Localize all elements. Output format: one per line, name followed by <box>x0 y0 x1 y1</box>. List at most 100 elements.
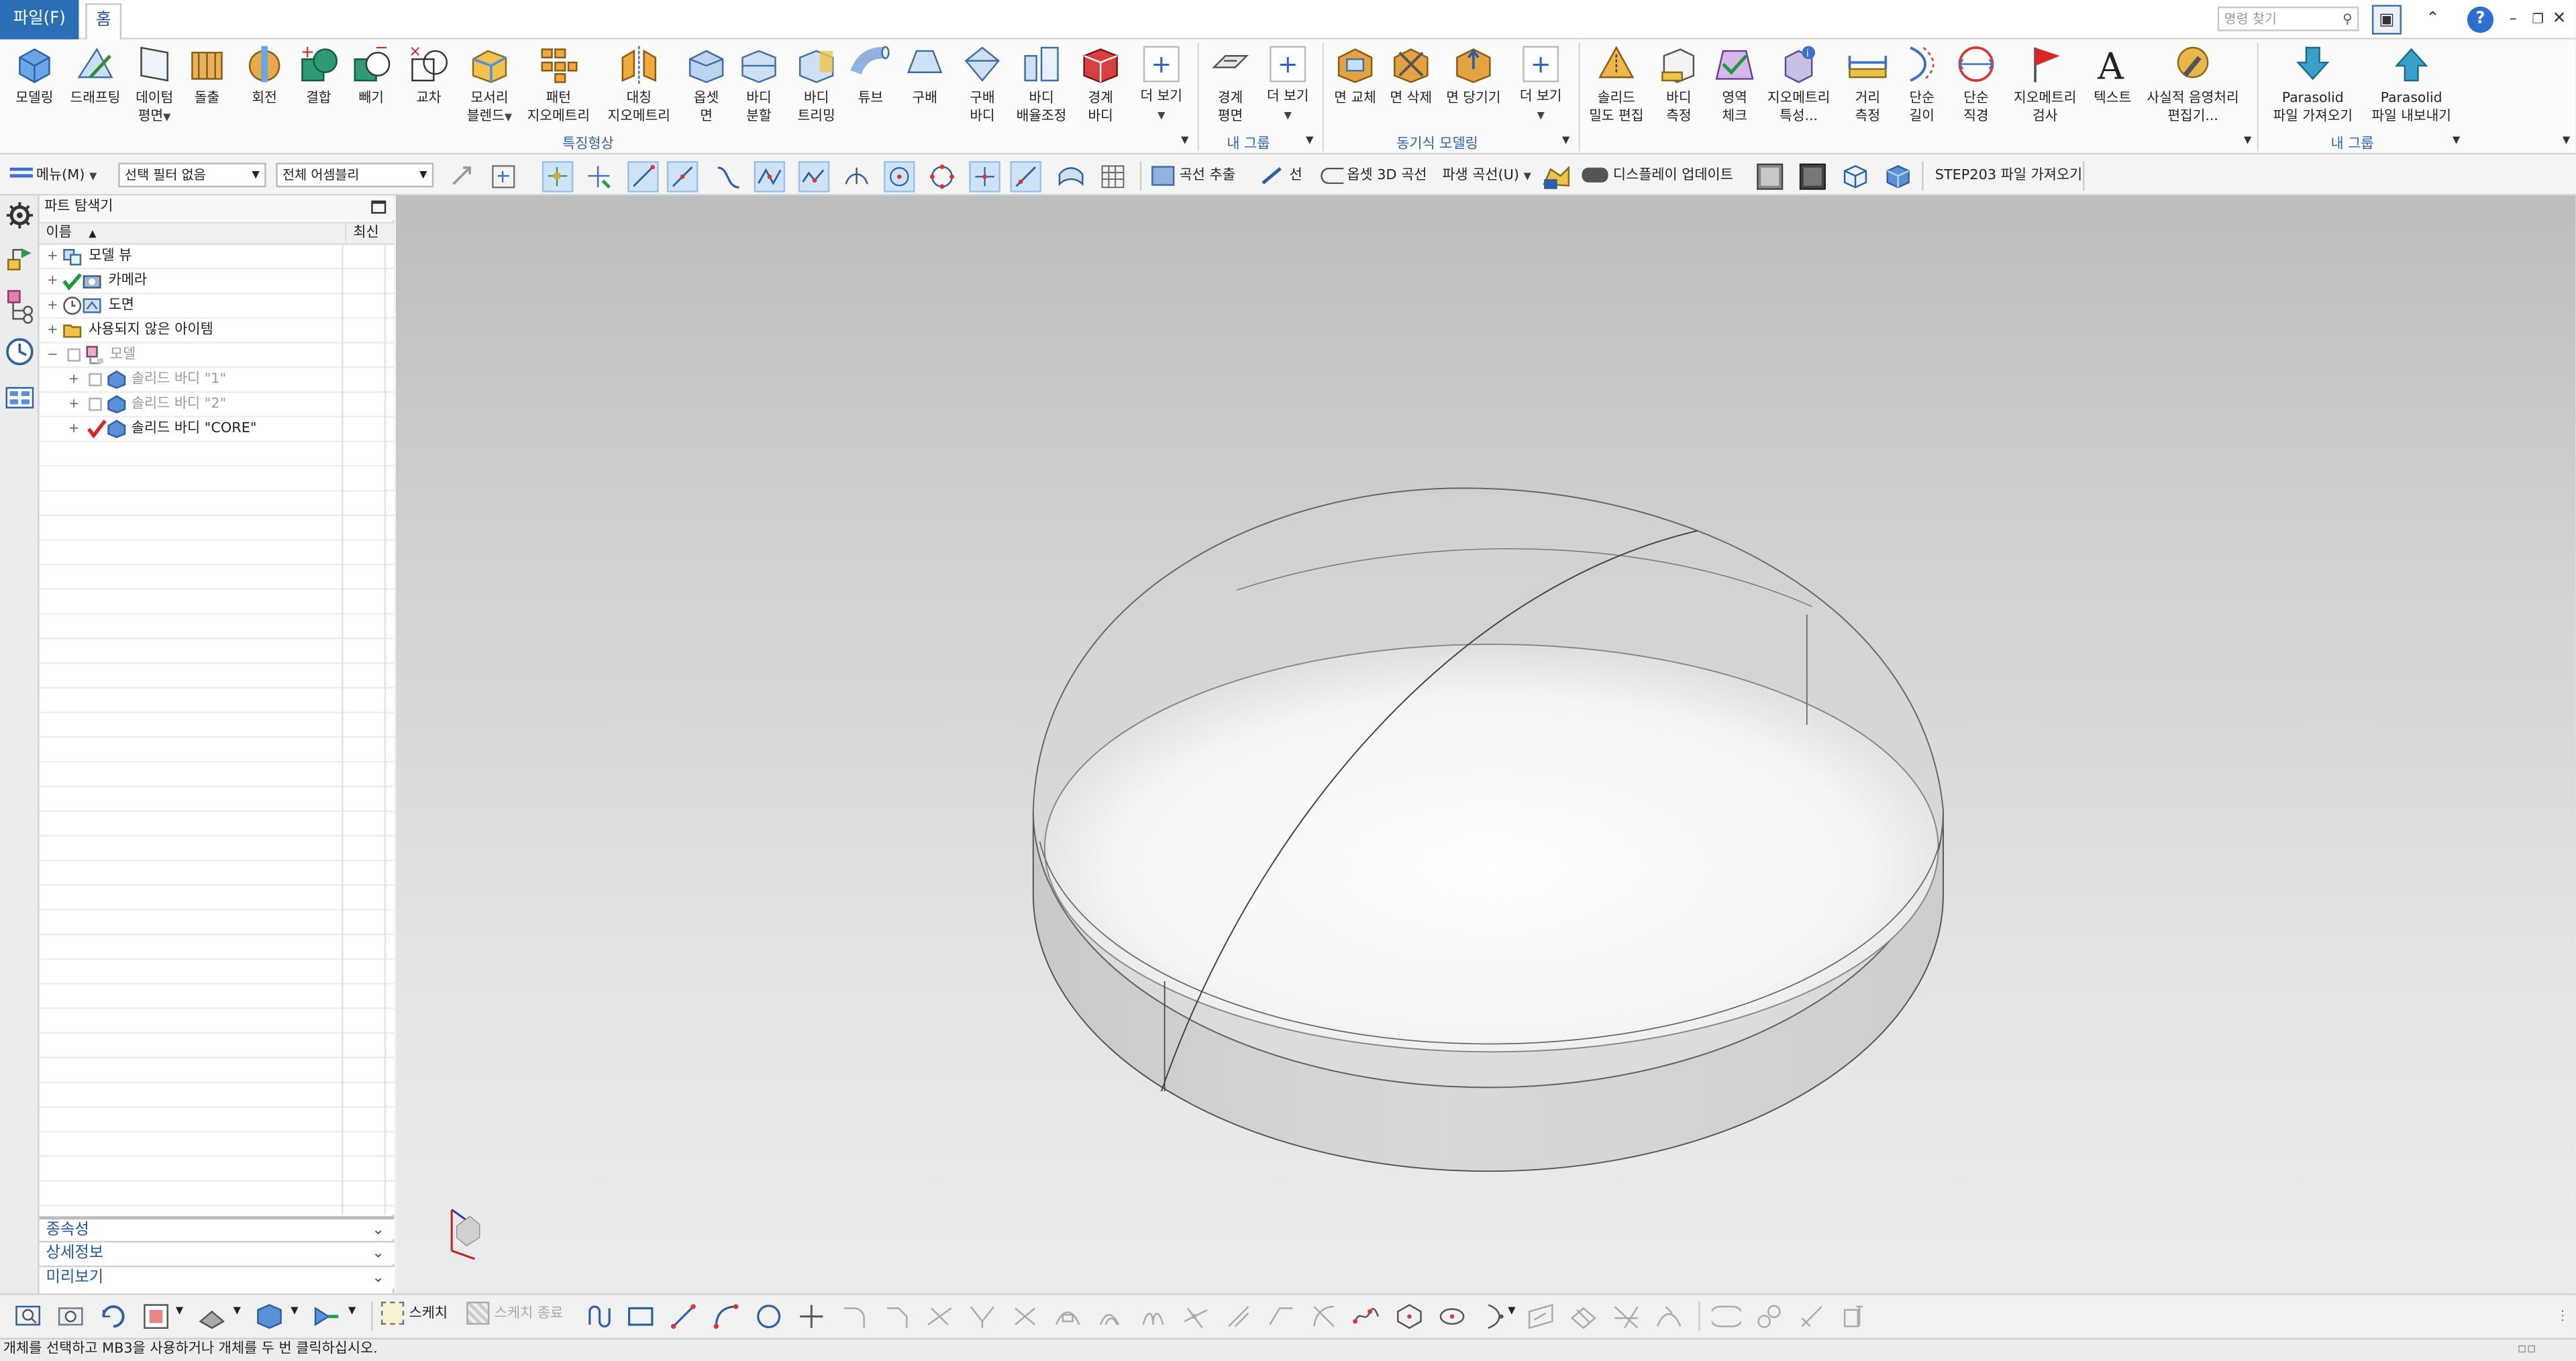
chevron-down-icon[interactable]: ▼ <box>1306 135 1313 146</box>
chevron-down-icon[interactable]: ▼ <box>176 1305 183 1317</box>
pattern-curve-icon[interactable] <box>1096 1302 1125 1331</box>
simple-length-button[interactable]: 단순 길이 <box>1899 43 1945 125</box>
shaded-cube-icon[interactable] <box>254 1302 284 1331</box>
expand-icon[interactable]: + <box>46 298 60 313</box>
revolve-button[interactable]: 회전 <box>238 43 291 107</box>
tree-node-drawings[interactable]: + 도면 <box>40 294 342 317</box>
rectangle-icon[interactable] <box>626 1302 656 1331</box>
close-icon[interactable]: ✕ <box>2544 5 2574 34</box>
part-navigator-icon[interactable] <box>5 288 34 324</box>
tube-button[interactable]: 튜브 <box>846 43 895 107</box>
make-corner-icon[interactable] <box>1011 1302 1040 1331</box>
more-button-3[interactable]: + 더 보기 ▼ <box>1511 43 1570 125</box>
command-search-input[interactable]: 명령 찾기 ⚲ <box>2217 6 2359 32</box>
visibility-checkbox[interactable] <box>89 397 102 411</box>
maximize-icon[interactable] <box>371 200 387 214</box>
graphics-viewport[interactable] <box>395 195 2576 1294</box>
offset-face-button[interactable]: 옵셋 면 <box>680 43 732 125</box>
chevron-down-icon[interactable]: ▼ <box>2563 135 2570 146</box>
chevron-down-icon[interactable]: ▼ <box>2453 135 2460 146</box>
edge-blend-button[interactable]: 모서리 블렌드▼ <box>457 43 523 127</box>
extrude-button[interactable]: 돌출 <box>181 43 233 107</box>
dark-view-icon[interactable] <box>1797 161 1828 193</box>
dependencies-panel-header[interactable]: 종속성 ⌄ <box>39 1216 395 1240</box>
quick-trim-icon[interactable] <box>925 1302 954 1331</box>
simple-diameter-button[interactable]: 단순 직경 <box>1950 43 2002 125</box>
adjust-icon[interactable] <box>1266 1302 1296 1331</box>
selection-scope-icon[interactable] <box>488 161 519 193</box>
circle-icon[interactable] <box>754 1302 784 1331</box>
constraint-icon[interactable] <box>1711 1302 1741 1331</box>
control-point-icon[interactable] <box>713 161 744 193</box>
project-curve-icon[interactable] <box>1526 1302 1555 1331</box>
search-icon[interactable]: ⚲ <box>2342 8 2352 30</box>
visibility-checkbox[interactable] <box>89 372 102 387</box>
mirror-geometry-button[interactable]: 대칭 지오메트리 <box>601 43 677 125</box>
replace-face-button[interactable]: 면 교체 <box>1329 43 1381 107</box>
assembly-scope-select[interactable]: 전체 어셈블리 ▼ <box>276 162 434 188</box>
datum-plane-button[interactable]: 데이텀 평면▼ <box>128 43 181 127</box>
ellipse-icon[interactable] <box>1437 1302 1467 1331</box>
expand-icon[interactable]: + <box>67 372 81 387</box>
line-button[interactable]: 선 <box>1260 162 1302 189</box>
drafting-button[interactable]: 드래프팅 <box>62 43 128 107</box>
move-curve-icon[interactable] <box>1654 1302 1684 1331</box>
tree-node-cameras[interactable]: + 카메라 <box>40 270 342 293</box>
tree-node-unused-items[interactable]: + 사용되지 않은 아이템 <box>40 319 342 342</box>
snap-arrow-icon[interactable] <box>447 161 478 193</box>
preview-panel-header[interactable]: 미리보기 ⌄ <box>39 1265 395 1289</box>
conic-icon[interactable] <box>1309 1302 1339 1331</box>
polygon-icon[interactable] <box>1394 1302 1424 1331</box>
reuse-library-icon[interactable] <box>5 383 34 413</box>
measure-body-button[interactable]: 바디 측정 <box>1653 43 1705 125</box>
subtract-button[interactable]: − 빼기 <box>345 43 397 107</box>
finish-sketch-button[interactable]: 스케치 종료 <box>466 1301 563 1325</box>
arc-center-icon[interactable] <box>841 161 872 193</box>
assembly-navigator-icon[interactable] <box>5 243 34 272</box>
tree-node-solid-body-1[interactable]: + 솔리드 바디 "1" <box>40 368 342 391</box>
chevron-down-icon[interactable]: ▼ <box>234 1305 241 1317</box>
fit-view-icon[interactable] <box>13 1302 43 1331</box>
visibility-checkbox[interactable] <box>67 348 81 362</box>
fit-curve-icon[interactable] <box>1480 1302 1510 1331</box>
expand-icon[interactable]: + <box>67 421 81 436</box>
tree-node-model-views[interactable]: + 모델 뷰 <box>40 245 342 268</box>
snap-point-filter-icon[interactable] <box>583 161 615 193</box>
help-icon[interactable]: ? <box>2467 6 2494 33</box>
chevron-down-icon[interactable]: ▼ <box>1562 135 1569 146</box>
parasolid-import-button[interactable]: Parasolid 파일 가져오기 <box>2263 43 2362 125</box>
existing-point-icon[interactable] <box>969 161 1000 193</box>
examine-geometry-button[interactable]: 지오메트리 검사 <box>2007 43 2083 125</box>
derived-line-icon[interactable] <box>1224 1302 1253 1331</box>
pull-face-button[interactable]: 면 당기기 <box>1441 43 1506 107</box>
column-latest-header[interactable]: 최신 <box>345 223 394 245</box>
point-icon[interactable] <box>796 1302 826 1331</box>
wireframe-cube-icon[interactable] <box>1840 161 1871 193</box>
history-clock-icon[interactable] <box>5 337 34 366</box>
zoom-region-icon[interactable] <box>56 1302 85 1331</box>
tab-file[interactable]: 파일(F) <box>0 0 79 40</box>
orient-view-icon[interactable] <box>142 1302 171 1331</box>
geometry-properties-button[interactable]: i 지오메트리 특성... <box>1761 43 1837 125</box>
trim-recipe-icon[interactable] <box>1611 1302 1641 1331</box>
derived-curve-button[interactable]: 파생 곡선(U) ▼ <box>1442 162 1531 191</box>
dome-model[interactable] <box>396 195 2575 1293</box>
rotate-view-icon[interactable] <box>99 1302 128 1331</box>
menu-button[interactable]: 메뉴(M) ▼ <box>9 162 97 191</box>
profile-icon[interactable] <box>584 1302 614 1331</box>
line-icon[interactable] <box>668 1302 698 1331</box>
collapse-icon[interactable]: − <box>46 348 60 362</box>
more-button-1[interactable]: + 더 보기 ▼ <box>1133 43 1189 125</box>
shaded-view-icon[interactable] <box>1754 161 1786 193</box>
check-region-button[interactable]: 영역 체크 <box>1708 43 1761 125</box>
quadrant-point-icon[interactable] <box>927 161 958 193</box>
details-panel-header[interactable]: 상세정보 ⌄ <box>39 1240 395 1264</box>
intersection-curve-icon[interactable] <box>1569 1302 1598 1331</box>
render-style-icon[interactable] <box>197 1302 227 1331</box>
grid-icon[interactable] <box>1097 161 1129 193</box>
tab-home[interactable]: 홈 <box>85 3 122 40</box>
mirror-curve-icon[interactable] <box>1138 1302 1168 1331</box>
chamfer-icon[interactable] <box>882 1302 912 1331</box>
window-layout-icon[interactable]: ▣ <box>2371 5 2402 35</box>
fillet-icon[interactable] <box>839 1302 869 1331</box>
